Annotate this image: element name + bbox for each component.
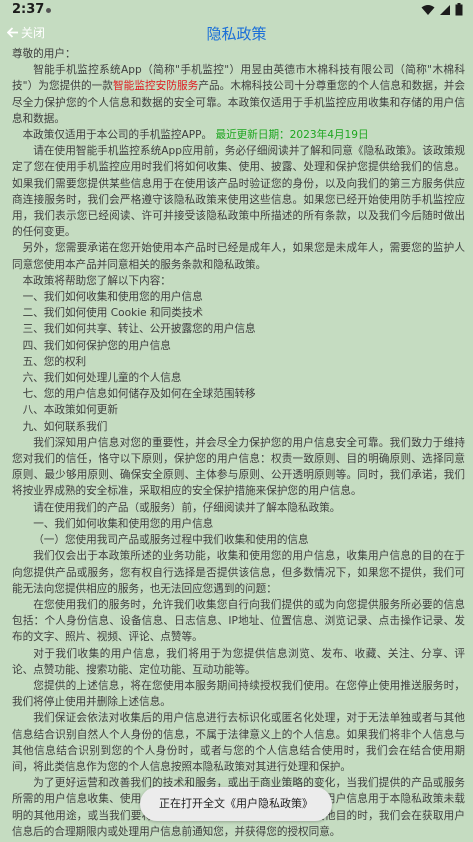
toc-item: 一、我们如何收集和使用您的用户信息 [22, 291, 203, 304]
toc-item: 六、我们如何处理儿童的个人信息 [22, 372, 182, 385]
wifi-icon [421, 4, 435, 15]
toc-item: 三、我们如何共享、转让、公开披露您的用户信息 [22, 323, 256, 336]
toc-item: 二、我们如何使用 Cookie 和同类技术 [22, 307, 204, 320]
read-notice: 请在使用我们的产品（或服务）前，仔细阅读并了解本隐私政策。 [33, 501, 341, 514]
info-types-paragraph: 在您使用我们的服务时，允许我们收集您自行向我们提供的或为向您提供服务所必要的信息… [12, 598, 465, 644]
toc-item: 四、我们如何保护您的用户信息 [22, 339, 171, 352]
toc-intro: 本政策将帮助您了解以下内容： [22, 274, 171, 287]
usage-paragraph: 对于我们收集的用户信息，我们将用于为您提供信息浏览、发布、收藏、关注、分享、评论… [12, 647, 465, 676]
scope-paragraph: 本政策仅适用于本公司的手机监控APP。 最近更新日期：2023年4月19日 [22, 129, 369, 142]
toc-item: 八、本政策如何更新 [22, 404, 118, 417]
authorization-paragraph: 您提供的上述信息，将在您使用本服务期间持续授权我们使用。在您停止使用推送服务时，… [12, 679, 465, 709]
collection-paragraph: 我们仅会出于本政策所述的业务功能，收集和使用您的用户信息，收集用户信息的目的在于… [12, 550, 465, 595]
battery-icon [455, 3, 463, 16]
signal-icon [440, 4, 450, 15]
service-highlight: 智能监控安防服务 [112, 80, 199, 93]
status-bar: 2:37 [0, 0, 473, 20]
status-time: 2:37 [12, 2, 45, 17]
section-heading: 一、我们如何收集和使用您的用户信息 [33, 517, 214, 530]
toast-message: 正在打开全文《用户隐私政策》 [140, 787, 332, 821]
greeting: 尊敬的用户： [12, 48, 76, 60]
intro-paragraph: 智能手机监控系统App（简称"手机监控"）用昱由英德市木棉科技有限公司（简称"木… [12, 64, 466, 125]
policy-content: 尊敬的用户： 智能手机监控系统App（简称"手机监控"）用昱由英德市木棉科技有限… [12, 46, 465, 840]
minor-paragraph: 另外，您需要承诺在您开始使用本产品时已经是成年人，如果您是未成年人，需要您的监护… [12, 242, 465, 271]
update-date: 最近更新日期：2023年4月19日 [215, 129, 369, 142]
page-title: 隐私政策 [206, 25, 267, 43]
toc-item: 七、您的用户信息如何储存及如何在全球范围转移 [22, 388, 256, 401]
subsection-heading: （一）您使用我司产品或服务过程中我们收集和使用的信息 [33, 534, 309, 547]
consent-paragraph: 请在使用智能手机监控系统App应用前，务必仔细阅读并了解和同意《隐私政策》。该政… [12, 145, 465, 239]
anonymization-paragraph: 我们保证会依法对收集后的用户信息进行去标识化或匿名化处理，对于无法单独或者与其他… [12, 712, 465, 773]
toc-item: 九、如何联系我们 [22, 420, 108, 433]
app-bar: 关闭 隐私政策 [0, 20, 473, 46]
notification-dot-icon [46, 8, 51, 13]
principles-paragraph: 我们深知用户信息对您的重要性，并会尽全力保护您的用户信息安全可靠。我们致力于维持… [12, 436, 465, 498]
toc-item: 五、您的权利 [22, 355, 87, 368]
